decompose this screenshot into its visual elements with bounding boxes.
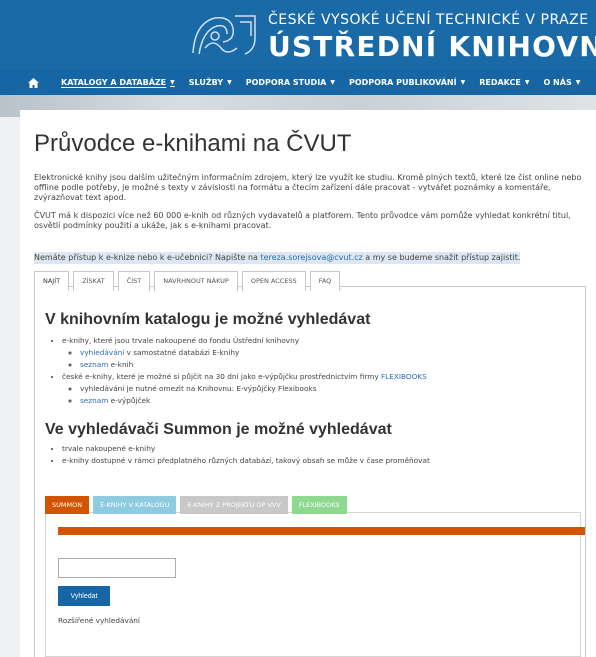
contact-paragraph: Nemáte přístup k e-knize nebo k e-učebni… <box>34 252 521 264</box>
list-item: e-knihy dostupné v rámci předplatného rů… <box>62 455 430 467</box>
nav-item-podpora-studia[interactable]: PODPORA STUDIA ▼ <box>246 78 335 87</box>
nav-item-katalogy[interactable]: KATALOGY A DATABÁZE ▼ <box>61 78 175 87</box>
nav-item-podpora-publikovani[interactable]: PODPORA PUBLIKOVÁNÍ ▼ <box>349 78 465 87</box>
search-tab-katalog[interactable]: E-KNIHY V KATALOGU <box>93 496 177 514</box>
tab-najit[interactable]: NAJÍT <box>34 271 70 291</box>
cvut-logo[interactable] <box>185 8 260 63</box>
list-item: seznam e-knih <box>80 359 427 371</box>
search-tab-flexibooks[interactable]: FLEXIBOOKS <box>291 496 347 514</box>
list-item: seznam e-výpůjček <box>80 395 427 407</box>
nav-label: PODPORA STUDIA <box>245 78 327 87</box>
home-icon[interactable] <box>28 77 39 88</box>
list-text: e-knih <box>108 360 134 369</box>
contact-text: Nemáte přístup k e-knize nebo k e-učebni… <box>34 253 261 262</box>
chevron-down-icon: ▼ <box>524 79 530 86</box>
nav-item-o-nas[interactable]: O NÁS ▼ <box>543 78 580 87</box>
tab-ziskat[interactable]: ZÍSKAT <box>73 271 114 291</box>
nav-label: REDAKCE <box>479 78 521 87</box>
nav-item-sluzby[interactable]: SLUŽBY ▼ <box>189 78 232 87</box>
chevron-down-icon: ▼ <box>227 79 232 86</box>
advanced-search-link[interactable]: Rozšířené vyhledávání <box>58 616 140 625</box>
site-header: ČESKÉ VYSOKÉ UČENÍ TECHNICKÉ V PRAZE ÚST… <box>0 0 596 95</box>
catalog-list: e-knihy, které jsou trvale nakoupené do … <box>62 335 427 407</box>
nav-item-redakce[interactable]: REDAKCE ▼ <box>479 78 529 87</box>
collection-paragraph: ČVUT má k dispozici více než 60 000 e-kn… <box>34 211 571 230</box>
library-name[interactable]: ÚSTŘEDNÍ KNIHOVNA <box>268 30 596 63</box>
nav-label: KATALOGY A DATABÁZE <box>61 78 167 87</box>
intro-paragraph: Elektronické knihy jsou dalším užitečným… <box>34 173 582 202</box>
nav-label: PODPORA PUBLIKOVÁNÍ <box>349 78 457 87</box>
tab-navrhnout-nakup[interactable]: NAVRHNOUT NÁKUP <box>154 271 238 291</box>
search-tab-op-vvv[interactable]: E-KNIHY Z PROJEKTU OP VVV <box>180 496 288 514</box>
search-tabs: SUMMON E-KNIHY V KATALOGU E-KNIHY Z PROJ… <box>45 496 351 514</box>
contact-text: a my se budeme snažit přístup zajistit. <box>362 253 521 262</box>
chevron-down-icon: ▼ <box>330 79 335 86</box>
list-item: české e-knihy, které je možné si půjčit … <box>62 371 427 407</box>
list-item: trvale nakoupené e-knihy <box>62 443 430 455</box>
nav-label: O NÁS <box>543 78 572 87</box>
university-name: ČESKÉ VYSOKÉ UČENÍ TECHNICKÉ V PRAZE <box>268 12 589 28</box>
guide-tabs: NAJÍT ZÍSKAT ČÍST NAVRHNOUT NÁKUP OPEN A… <box>34 271 344 291</box>
search-input[interactable] <box>58 558 176 578</box>
list-item: vyhledávání je nutné omezit na Knihovnu:… <box>80 383 427 395</box>
nav-label: SLUŽBY <box>188 78 224 87</box>
tab-open-access[interactable]: OPEN ACCESS <box>241 271 306 291</box>
catalog-heading: V knihovním katalogu je možné vyhledávat <box>45 311 371 328</box>
list-text: e-knihy, které jsou trvale nakoupené do … <box>62 336 300 345</box>
tab-cist[interactable]: ČÍST <box>117 271 151 291</box>
list-item: vyhledávání v samostatné databázi E-knih… <box>80 347 427 359</box>
page-title: Průvodce e-knihami na ČVUT <box>34 130 352 157</box>
seznam-eknih-link[interactable]: seznam <box>80 360 108 369</box>
contact-email-link[interactable]: tereza.sorejsova@cvut.cz <box>261 253 363 262</box>
summon-heading: Ve vyhledávači Summon je možné vyhledáva… <box>45 421 392 438</box>
search-tab-summon[interactable]: SUMMON <box>45 496 90 514</box>
list-text: e-výpůjček <box>108 396 151 405</box>
list-text: české e-knihy, které je možné si půjčit … <box>62 372 381 381</box>
vyhledavani-link[interactable]: vyhledávání <box>80 348 124 357</box>
search-button[interactable]: Vyhledat <box>58 586 110 606</box>
tab-faq[interactable]: FAQ <box>309 271 341 291</box>
flexibooks-link[interactable]: FLEXIBOOKS <box>381 372 427 381</box>
chevron-down-icon: ▼ <box>460 79 466 86</box>
list-item: e-knihy, které jsou trvale nakoupené do … <box>62 335 427 371</box>
main-nav: KATALOGY A DATABÁZE ▼ SLUŽBY ▼ PODPORA STU… <box>0 70 596 95</box>
list-text: vyhledávání je nutné omezit na Knihovnu:… <box>80 384 317 393</box>
summon-list: trvale nakoupené e-knihy e-knihy dostupn… <box>62 443 430 467</box>
seznam-vypujcek-link[interactable]: seznam <box>80 396 108 405</box>
list-text: v samostatné databázi E-knihy <box>124 348 240 357</box>
summon-accent-bar <box>58 527 585 535</box>
chevron-down-icon: ▼ <box>575 79 581 86</box>
chevron-down-icon: ▼ <box>170 79 175 86</box>
